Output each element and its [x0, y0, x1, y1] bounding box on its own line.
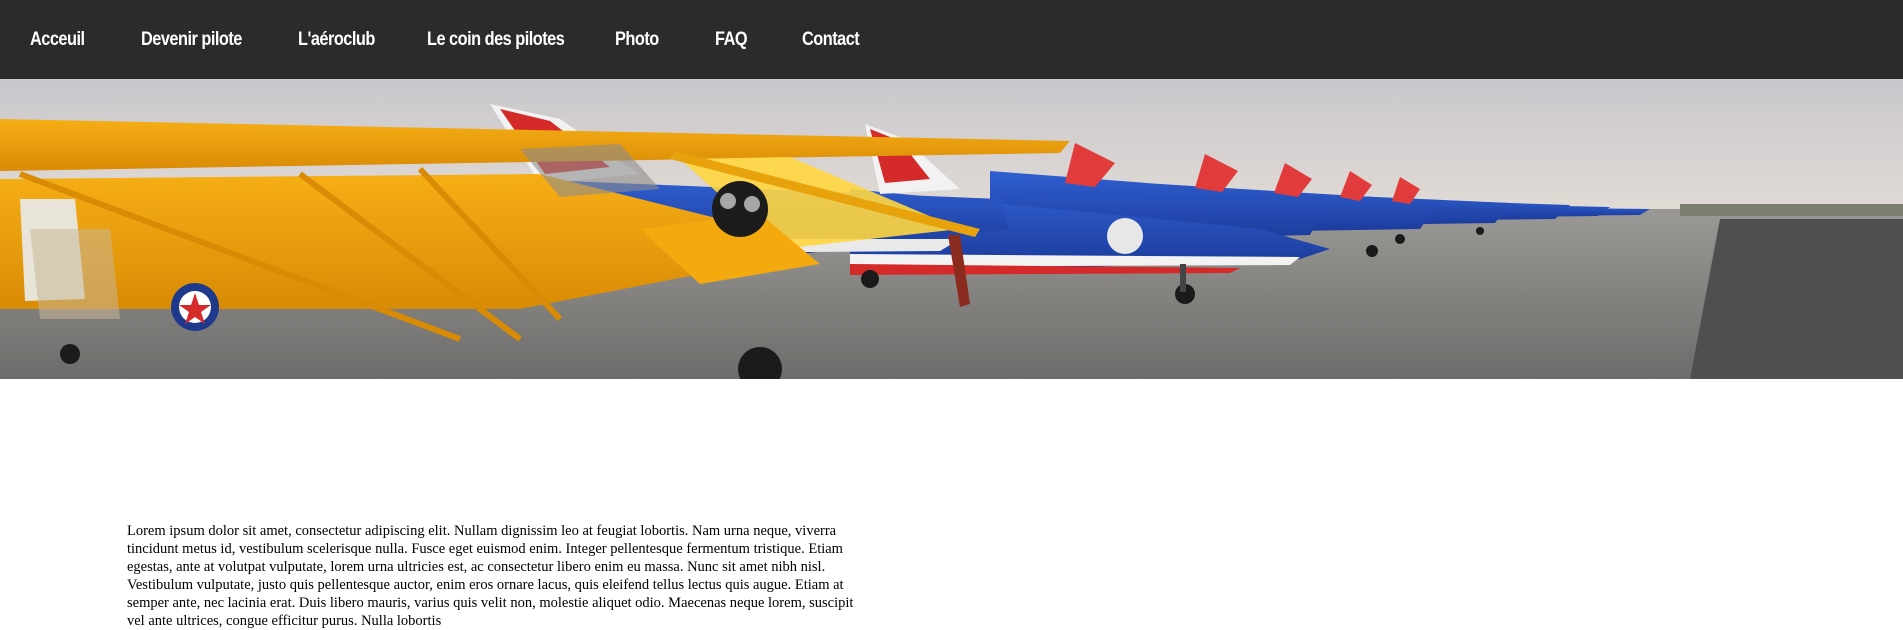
nav-list: Acceuil Devenir pilote L'aéroclub Le coi…	[0, 0, 902, 79]
distant-treeline	[1680, 204, 1903, 216]
nav-item-wrapper-acceuil: Acceuil	[30, 0, 141, 79]
main-content: Lorem ipsum dolor sit amet, consectetur …	[127, 522, 859, 630]
nav-link-aeroclub[interactable]: L'aéroclub	[298, 0, 375, 79]
nav-item-wrapper-photo: Photo	[615, 0, 715, 79]
hero-banner	[0, 79, 1903, 379]
nav-link-contact[interactable]: Contact	[802, 0, 860, 79]
nav-link-coin-des-pilotes[interactable]: Le coin des pilotes	[427, 0, 565, 79]
nav-item-wrapper-coin-des-pilotes: Le coin des pilotes	[427, 0, 615, 79]
nav-link-photo[interactable]: Photo	[615, 0, 659, 79]
dark-tarmac-patch	[1690, 219, 1903, 379]
nav-item-wrapper-contact: Contact	[802, 0, 902, 79]
intro-paragraph: Lorem ipsum dolor sit amet, consectetur …	[127, 523, 854, 629]
nav-item-wrapper-devenir-pilote: Devenir pilote	[141, 0, 298, 79]
nav-link-acceuil[interactable]: Acceuil	[30, 0, 85, 79]
nav-link-devenir-pilote[interactable]: Devenir pilote	[141, 0, 242, 79]
main-navbar: Acceuil Devenir pilote L'aéroclub Le coi…	[0, 0, 1903, 79]
nav-item-wrapper-aeroclub: L'aéroclub	[298, 0, 427, 79]
airplanes-banner-image	[0, 79, 1903, 379]
nav-link-faq[interactable]: FAQ	[715, 0, 748, 79]
nav-item-wrapper-faq: FAQ	[715, 0, 802, 79]
